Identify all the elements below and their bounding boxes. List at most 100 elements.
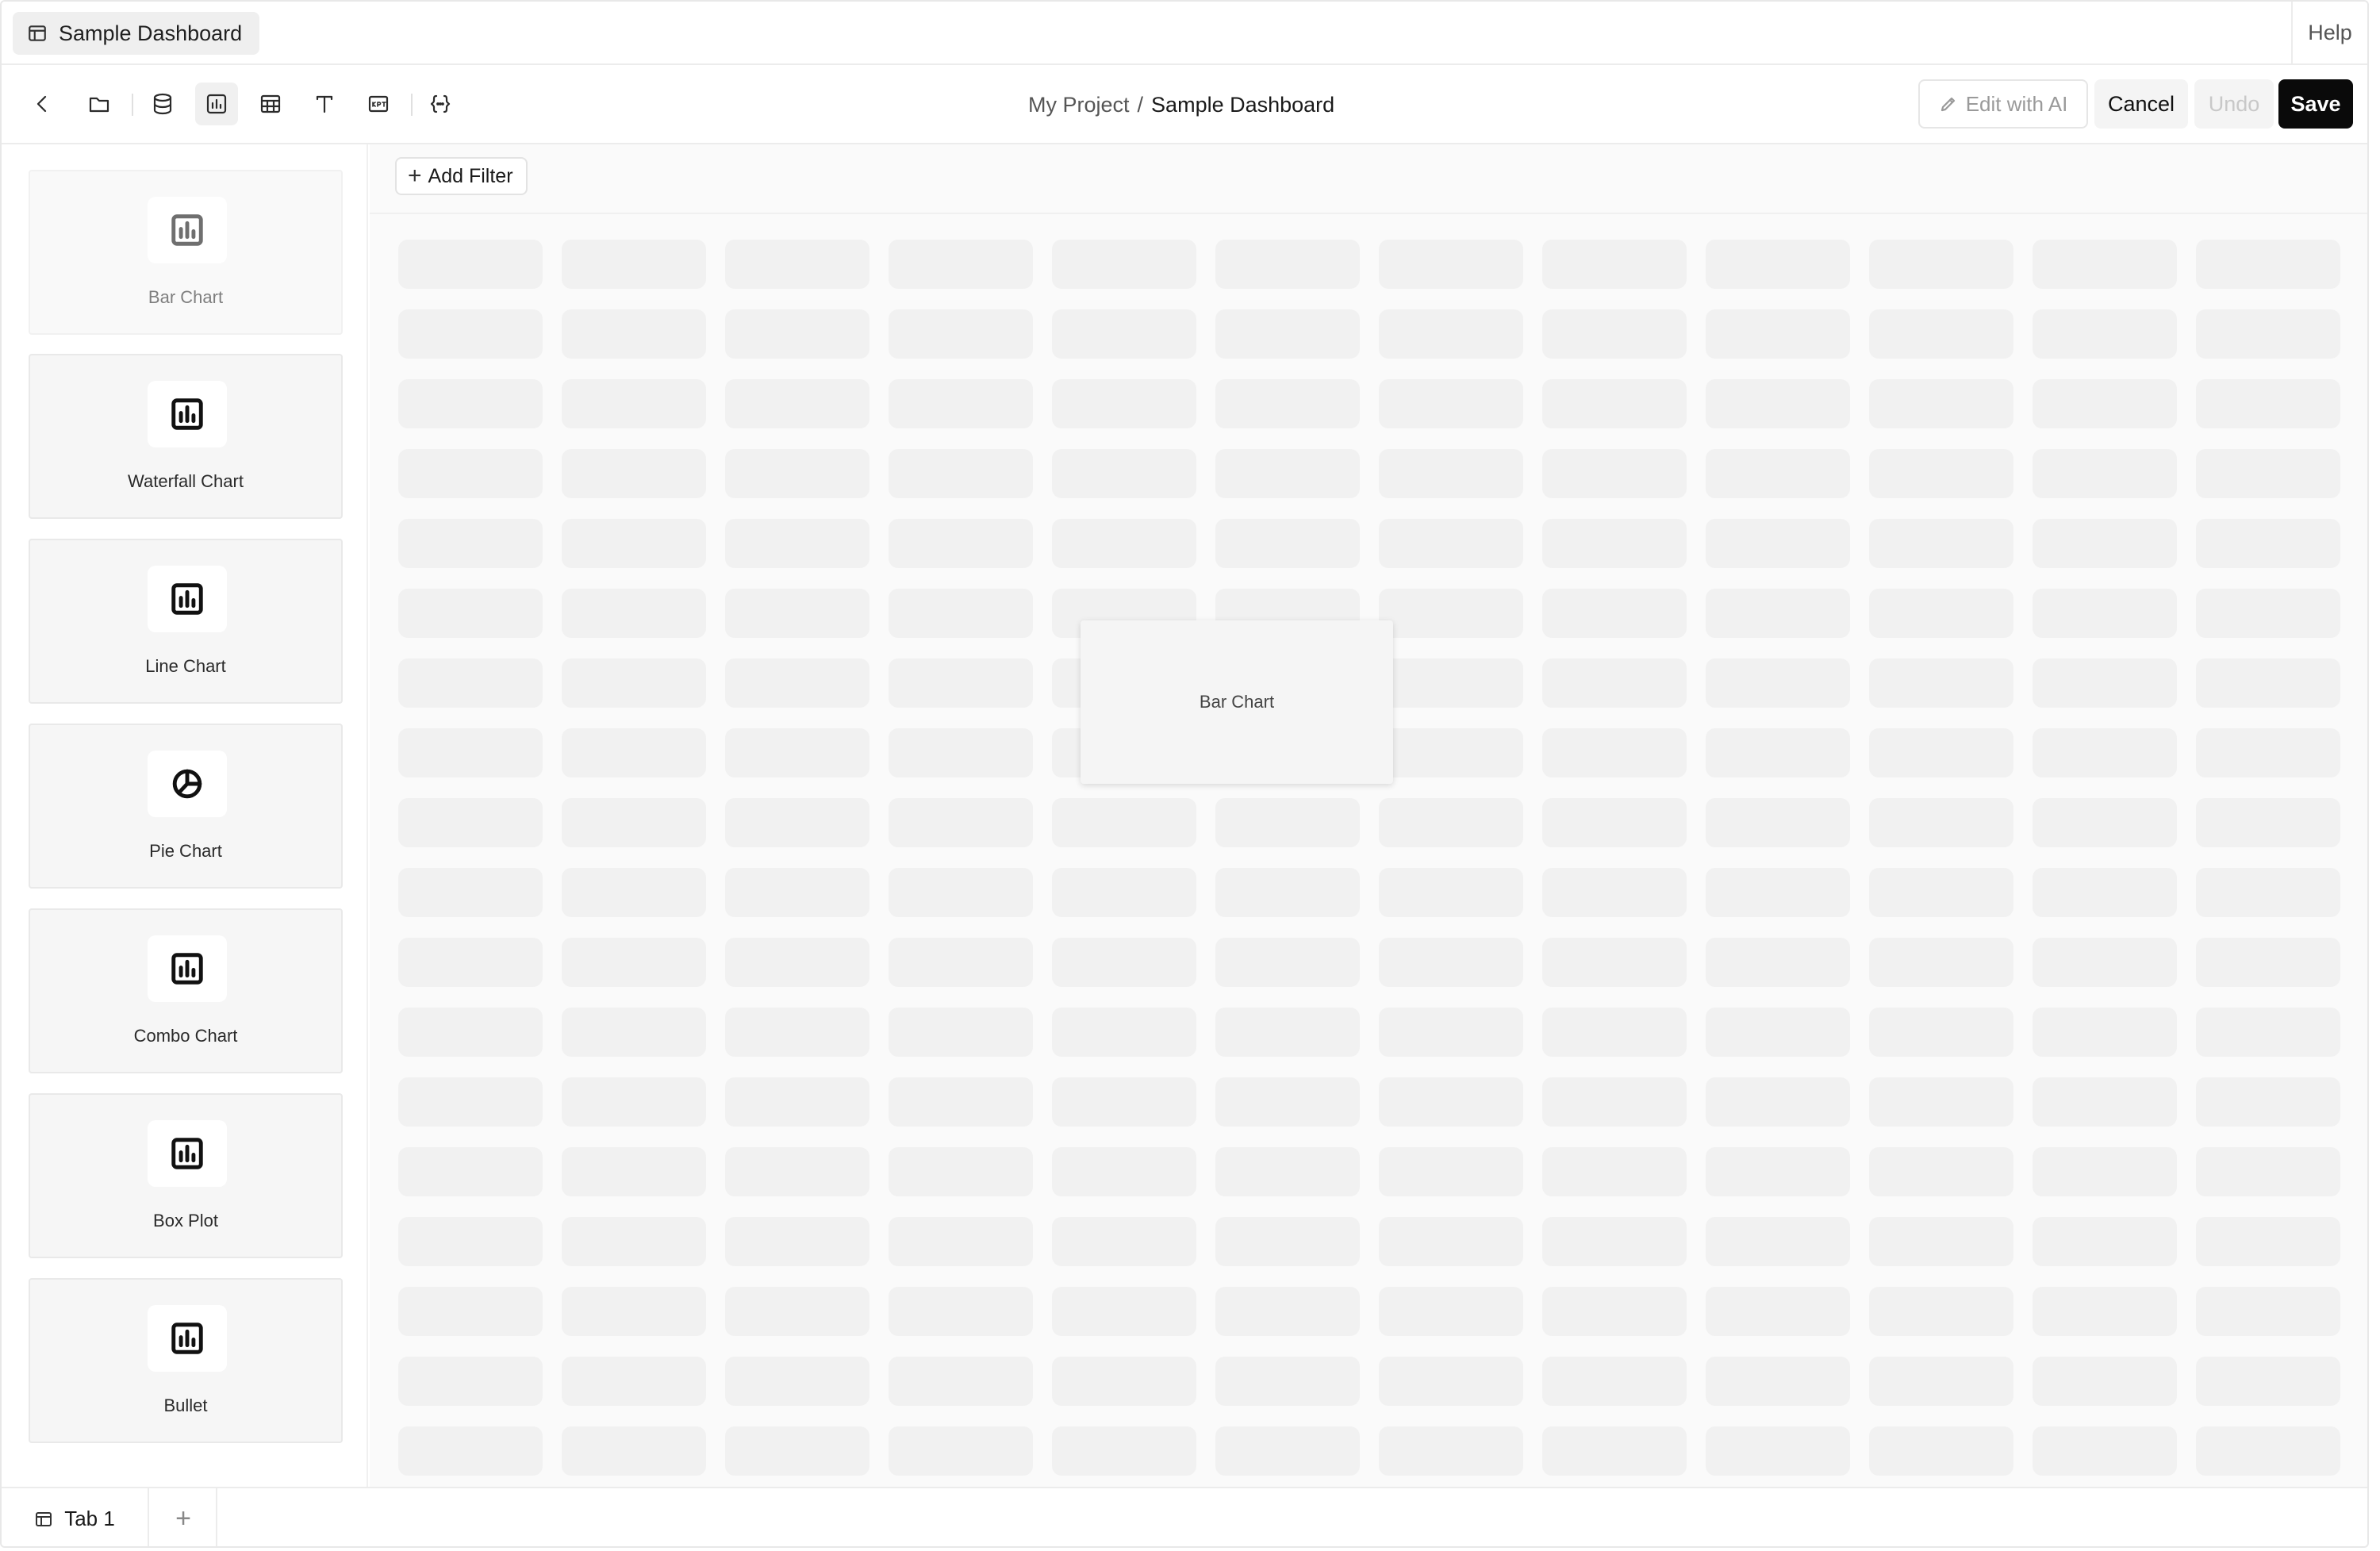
grid-cell xyxy=(2196,309,2340,359)
grid-cell xyxy=(562,519,706,568)
grid-cell xyxy=(1215,379,1360,428)
grid-cell xyxy=(1379,519,1523,568)
grid-cell xyxy=(1706,240,1850,289)
grid-cell xyxy=(1542,449,1687,498)
grid-cell xyxy=(1215,1287,1360,1336)
grid-cell xyxy=(1706,519,1850,568)
grid-cell xyxy=(725,240,869,289)
table-icon xyxy=(260,94,281,113)
grid-cell xyxy=(2033,1008,2177,1057)
toolbar-divider xyxy=(132,94,133,116)
back-button[interactable] xyxy=(21,83,63,125)
layout-grid[interactable] xyxy=(398,240,2344,1477)
widget-icon-tile xyxy=(148,197,227,263)
folder-icon xyxy=(89,97,109,113)
grid-cell xyxy=(725,379,869,428)
grid-cell xyxy=(398,240,543,289)
grid-cell xyxy=(1542,589,1687,638)
grid-cell xyxy=(1379,1426,1523,1476)
widget-card-waterfall-chart[interactable]: Waterfall Chart xyxy=(29,354,343,519)
add-filter-button[interactable]: + Add Filter xyxy=(395,157,528,195)
grid-cell xyxy=(398,798,543,847)
grid-cell xyxy=(725,658,869,708)
title-bar: Sample Dashboard Help xyxy=(2,2,2367,65)
grid-cell xyxy=(1215,938,1360,987)
undo-button[interactable]: Undo xyxy=(2194,79,2274,129)
grid-cell xyxy=(1379,658,1523,708)
grid-cell xyxy=(1052,519,1196,568)
grid-cell xyxy=(562,1287,706,1336)
grid-cell xyxy=(1215,449,1360,498)
page-tab[interactable]: Tab 1 xyxy=(2,1488,149,1546)
toolbar-divider xyxy=(411,94,413,116)
grid-cell xyxy=(889,1357,1033,1406)
widget-label: Pie Chart xyxy=(149,841,222,861)
widget-card-combo-chart[interactable]: Combo Chart xyxy=(29,908,343,1073)
bar-chart-icon xyxy=(171,1323,203,1354)
grid-cell xyxy=(1869,1217,2013,1266)
help-link[interactable]: Help xyxy=(2291,2,2367,63)
grid-cell xyxy=(562,938,706,987)
grid-cell xyxy=(2196,658,2340,708)
grid-cell xyxy=(1706,309,1850,359)
grid-cell xyxy=(562,240,706,289)
code-button[interactable] xyxy=(419,83,462,125)
grid-cell xyxy=(2033,1217,2177,1266)
add-table-button[interactable] xyxy=(249,83,292,125)
grid-cell xyxy=(398,379,543,428)
grid-cell xyxy=(2196,938,2340,987)
grid-cell xyxy=(1869,240,2013,289)
grid-cell xyxy=(1706,728,1850,777)
grid-cell xyxy=(1542,728,1687,777)
breadcrumb-project[interactable]: My Project xyxy=(1028,93,1130,117)
grid-cell xyxy=(1542,1217,1687,1266)
grid-cell xyxy=(889,938,1033,987)
grid-cell xyxy=(2196,1357,2340,1406)
grid-cell xyxy=(1706,1147,1850,1196)
drag-preview-bar-chart[interactable]: Bar Chart xyxy=(1081,620,1393,784)
add-text-button[interactable] xyxy=(303,83,346,125)
bar-chart-icon xyxy=(171,1138,203,1169)
kpi-icon xyxy=(368,95,389,113)
grid-cell xyxy=(1542,1357,1687,1406)
grid-cell xyxy=(2033,1077,2177,1127)
save-button[interactable]: Save xyxy=(2278,79,2353,129)
widget-label: Box Plot xyxy=(153,1211,218,1230)
data-source-button[interactable] xyxy=(141,83,184,125)
widget-card-line-chart[interactable]: Line Chart xyxy=(29,539,343,704)
widget-card-box-plot[interactable]: Box Plot xyxy=(29,1093,343,1258)
back-icon xyxy=(36,95,47,113)
grid-cell xyxy=(1542,309,1687,359)
grid-cell xyxy=(1542,379,1687,428)
cancel-button[interactable]: Cancel xyxy=(2094,79,2188,129)
grid-cell xyxy=(1542,1287,1687,1336)
widget-label: Waterfall Chart xyxy=(128,471,244,491)
document-tab[interactable]: Sample Dashboard xyxy=(13,12,260,55)
grid-cell xyxy=(1706,589,1850,638)
grid-cell xyxy=(562,798,706,847)
edit-with-ai-label: Edit with AI xyxy=(1965,91,2068,116)
widget-card-bullet[interactable]: Bullet xyxy=(29,1278,343,1443)
add-tab-button[interactable]: + xyxy=(151,1488,217,1546)
grid-cell xyxy=(2196,1287,2340,1336)
edit-with-ai-button[interactable]: Edit with AI xyxy=(1918,79,2088,129)
grid-cell xyxy=(2033,309,2177,359)
grid-cell xyxy=(2196,1077,2340,1127)
grid-cell xyxy=(1052,1426,1196,1476)
grid-cell xyxy=(1379,938,1523,987)
grid-cell xyxy=(1869,1426,2013,1476)
grid-cell xyxy=(725,519,869,568)
widget-card-bar-chart[interactable]: Bar Chart xyxy=(29,170,343,335)
grid-cell xyxy=(1052,938,1196,987)
folder-button[interactable] xyxy=(78,83,121,125)
add-chart-button[interactable] xyxy=(195,83,238,125)
grid-cell xyxy=(1215,1147,1360,1196)
grid-cell xyxy=(2196,728,2340,777)
add-kpi-button[interactable] xyxy=(357,83,400,125)
grid-cell xyxy=(1379,798,1523,847)
grid-cell xyxy=(2033,1287,2177,1336)
grid-cell xyxy=(1379,1287,1523,1336)
widget-card-pie-chart[interactable]: Pie Chart xyxy=(29,724,343,889)
grid-cell xyxy=(398,1147,543,1196)
grid-cell xyxy=(2033,1357,2177,1406)
